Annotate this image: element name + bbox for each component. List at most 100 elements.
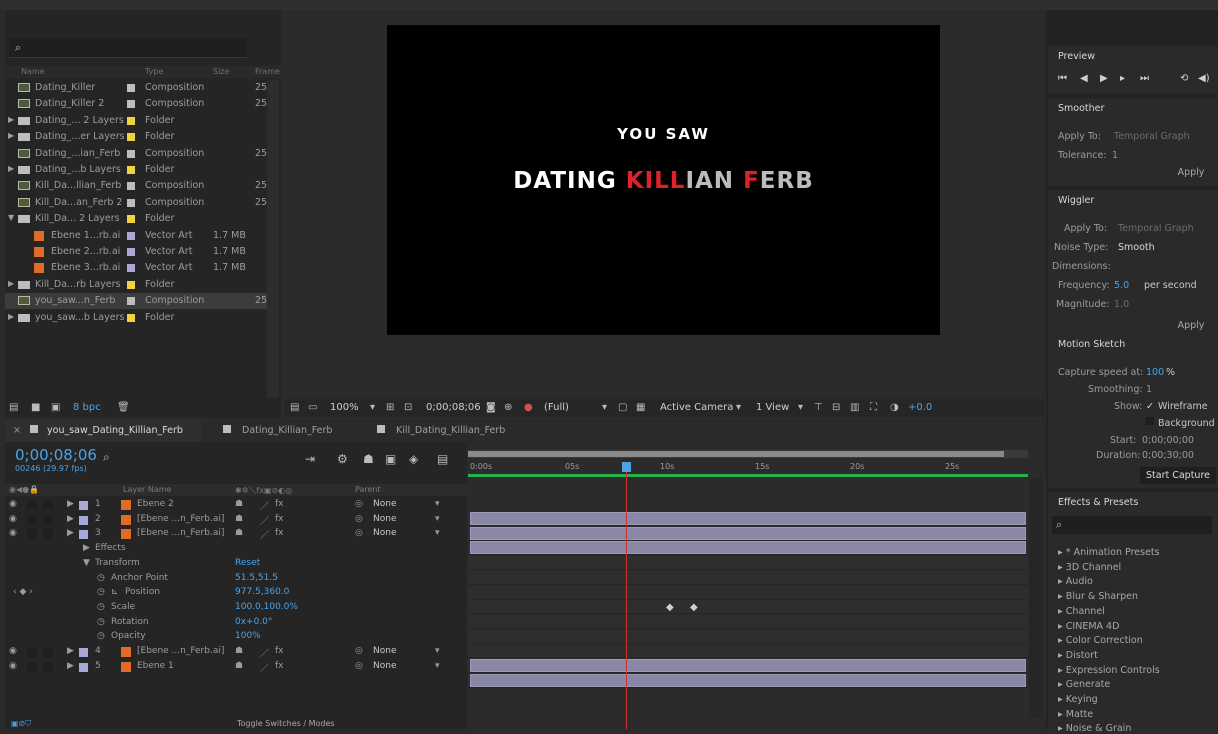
- layer-duration-bar[interactable]: [470, 673, 1026, 687]
- camera-dropdown[interactable]: Active Camera: [660, 402, 733, 413]
- loop-icon[interactable]: ⟲: [1180, 73, 1188, 84]
- project-item[interactable]: Dating_Killer Composition 25: [5, 80, 267, 96]
- effects-category[interactable]: ▸ Audio: [1058, 576, 1093, 587]
- timeline-timecode[interactable]: 0;00;08;06: [15, 446, 97, 464]
- label-color-swatch[interactable]: [127, 133, 135, 142]
- property-value[interactable]: 977.5,360.0: [235, 587, 289, 597]
- timeline-track[interactable]: [468, 629, 1028, 644]
- fx-switch-icon[interactable]: fx: [275, 661, 284, 671]
- work-area-range[interactable]: [468, 451, 1004, 457]
- layer-name[interactable]: [Ebene ...n_Ferb.ai]: [137, 646, 224, 656]
- twirl-icon[interactable]: ▶: [8, 164, 14, 173]
- monitor-icon[interactable]: ▭: [308, 402, 317, 413]
- project-item[interactable]: ▼ Kill_Da... 2 Layers Folder: [5, 211, 267, 227]
- label-color-swatch[interactable]: [127, 264, 135, 273]
- label-color-swatch[interactable]: [79, 501, 88, 510]
- audio-icon[interactable]: ◀): [1198, 73, 1210, 84]
- keyframe[interactable]: ◆: [666, 602, 674, 613]
- quality-switch-icon[interactable]: ／: [260, 661, 269, 674]
- viewer-timecode[interactable]: 0;00;08;06: [426, 402, 481, 413]
- project-search-input[interactable]: ⌕: [9, 38, 247, 58]
- chevron-down-icon[interactable]: ▾: [435, 499, 440, 509]
- stopwatch-icon[interactable]: ◷: [97, 631, 105, 641]
- timeline-track[interactable]: [468, 541, 1028, 556]
- wiggler-noise-select[interactable]: Smooth: [1118, 242, 1155, 253]
- timeline-track[interactable]: ◆ ◆: [468, 600, 1028, 615]
- shy-switch-icon[interactable]: ☗: [235, 528, 243, 538]
- eye-icon[interactable]: ◉: [9, 661, 17, 671]
- comp-flowchart-icon[interactable]: ⇥: [305, 452, 315, 466]
- lock-switch[interactable]: [43, 500, 53, 510]
- time-ruler[interactable]: 0:00s 05s 10s 15s 20s 25s: [468, 460, 1028, 474]
- stopwatch-icon[interactable]: ◷: [97, 617, 105, 627]
- parent-select[interactable]: None: [373, 661, 396, 671]
- property-row[interactable]: ▼ Transform Reset: [5, 557, 467, 571]
- shy-switch-icon[interactable]: ☗: [235, 646, 243, 656]
- parent-select[interactable]: None: [373, 528, 396, 538]
- eye-icon[interactable]: ◉: [9, 499, 17, 509]
- effects-category[interactable]: ▸ Keying: [1058, 694, 1098, 705]
- layer-duration-bar[interactable]: [470, 526, 1026, 540]
- parent-select[interactable]: None: [373, 514, 396, 524]
- effects-category[interactable]: ▸ 3D Channel: [1058, 562, 1121, 573]
- camera-icon[interactable]: ◙: [486, 402, 496, 413]
- twirl-icon[interactable]: ▶: [83, 543, 90, 553]
- channel-icon[interactable]: ⊕: [504, 402, 512, 413]
- lock-switch[interactable]: [43, 514, 53, 525]
- project-item[interactable]: ▶ Dating_...er Layers Folder: [5, 129, 267, 145]
- col-layer-name[interactable]: Layer Name: [123, 485, 171, 494]
- label-color-swatch[interactable]: [127, 100, 135, 109]
- timeline-track[interactable]: [468, 512, 1028, 526]
- search-icon[interactable]: ⌕: [103, 450, 110, 465]
- lock-switch[interactable]: [43, 661, 53, 672]
- effects-category[interactable]: ▸ * Animation Presets: [1058, 547, 1160, 558]
- layer-duration-bar[interactable]: [470, 541, 1026, 555]
- shy-switch-icon[interactable]: ☗: [235, 661, 243, 671]
- project-item[interactable]: Ebene 2...rb.ai Vector Art 1.7 MB: [5, 244, 267, 260]
- transparency-grid-icon[interactable]: ▦: [636, 402, 645, 413]
- zoom-dropdown[interactable]: 100%: [330, 402, 359, 413]
- composition-canvas[interactable]: YOU SAW DATING KILLIAN FERB: [387, 25, 940, 335]
- project-item[interactable]: Dating_Killer 2 Composition 25: [5, 96, 267, 112]
- twirl-icon[interactable]: ▶: [8, 115, 14, 124]
- wiggler-apply-to-select[interactable]: Temporal Graph: [1118, 223, 1194, 234]
- effects-search-input[interactable]: ⌕: [1052, 516, 1212, 534]
- next-frame-icon[interactable]: ▸: [1120, 73, 1125, 84]
- timeline-track[interactable]: [468, 585, 1028, 600]
- label-color-swatch[interactable]: [127, 215, 135, 224]
- tab-dating-killian-ferb[interactable]: Dating_Killian_Ferb: [223, 420, 373, 442]
- mask-icon[interactable]: ⊡: [404, 402, 412, 413]
- chevron-down-icon[interactable]: ▾: [736, 402, 741, 413]
- interpret-footage-icon[interactable]: ▤: [9, 402, 18, 413]
- layer-duration-bar[interactable]: [470, 512, 1026, 525]
- label-color-swatch[interactable]: [127, 166, 135, 174]
- twirl-icon[interactable]: ▶: [67, 528, 74, 538]
- twirl-icon[interactable]: ▶: [67, 661, 74, 671]
- pickwhip-icon[interactable]: ◎: [355, 661, 363, 671]
- parent-select[interactable]: None: [373, 499, 396, 509]
- effects-category[interactable]: ▸ Expression Controls: [1058, 665, 1160, 676]
- layer-row[interactable]: ◉ ▶ 4 [Ebene ...n_Ferb.ai] ☗ ／ fx ◎ None ▾: [5, 645, 467, 659]
- twirl-icon[interactable]: ▶: [8, 131, 14, 140]
- timeline-scrollbar[interactable]: [1029, 478, 1043, 718]
- prev-frame-icon[interactable]: ◀: [1080, 73, 1088, 84]
- project-item[interactable]: ▶ Dating_...b Layers Folder: [5, 162, 267, 178]
- project-item[interactable]: Ebene 3...rb.ai Vector Art 1.7 MB: [5, 260, 267, 276]
- property-value[interactable]: 100%: [235, 631, 261, 641]
- wiggler-apply-button[interactable]: Apply: [1166, 318, 1216, 334]
- label-color-swatch[interactable]: [127, 297, 135, 306]
- twirl-icon[interactable]: ▶: [8, 279, 14, 288]
- fx-switch-icon[interactable]: fx: [275, 646, 284, 656]
- wiggler-magnitude-value[interactable]: 1.0: [1114, 299, 1129, 310]
- effects-category[interactable]: ▸ Distort: [1058, 650, 1098, 661]
- property-row[interactable]: ◷ Opacity 100%: [5, 630, 467, 644]
- label-color-swatch[interactable]: [127, 313, 135, 322]
- layer-name[interactable]: [Ebene ...n_Ferb.ai]: [137, 528, 224, 538]
- timeline-track[interactable]: [468, 659, 1028, 673]
- smoother-apply-button[interactable]: Apply: [1166, 165, 1216, 181]
- new-folder-icon[interactable]: ■: [31, 402, 40, 413]
- project-item[interactable]: ▶ Dating_... 2 Layers Folder: [5, 113, 267, 129]
- fx-switch-icon[interactable]: fx: [275, 514, 284, 524]
- fx-switch-icon[interactable]: fx: [275, 499, 284, 509]
- twirl-icon[interactable]: ▼: [8, 213, 14, 222]
